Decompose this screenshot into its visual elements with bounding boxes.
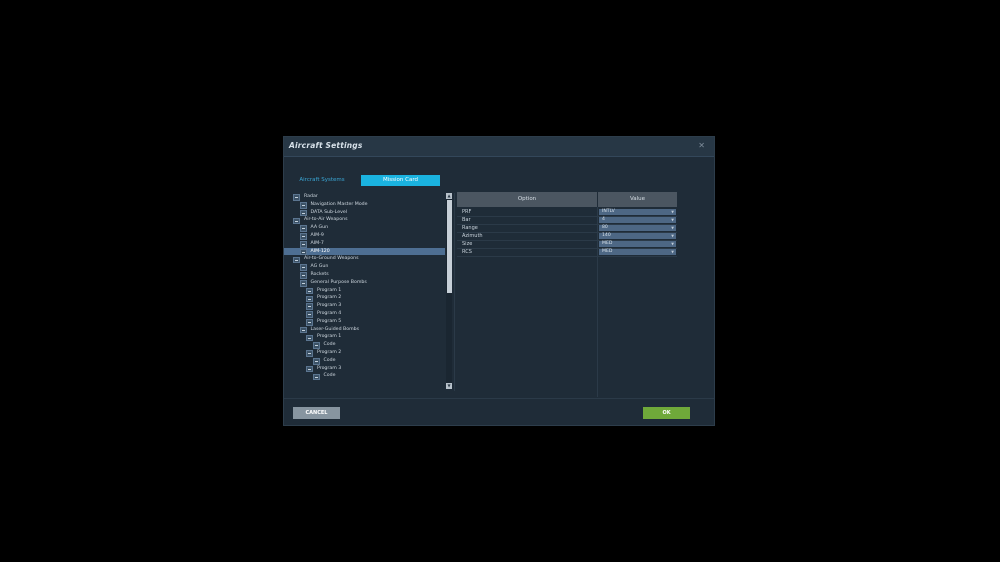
scroll-up-arrow-icon[interactable]: ▲ xyxy=(446,193,452,199)
tree-item-label: AIM-120 xyxy=(310,248,330,254)
option-value-dropdown[interactable]: MED ▼ xyxy=(599,241,676,247)
tree-item-label: Code xyxy=(323,342,336,348)
option-name: PRF xyxy=(462,209,472,215)
option-value-dropdown[interactable]: 140 ▼ xyxy=(599,233,676,239)
ok-button[interactable]: OK xyxy=(643,407,690,419)
tree-item-label: AIM-7 xyxy=(310,240,324,246)
chevron-down-icon: ▼ xyxy=(671,234,674,238)
scroll-thumb[interactable] xyxy=(446,200,452,293)
tree-item[interactable]: Radar xyxy=(284,193,445,201)
scroll-down-arrow-icon[interactable]: ▼ xyxy=(446,383,452,389)
options-table: Option Value PRF INTLV ▼ Bar 4 ▼ Range 80 ▼ Azimu… xyxy=(457,192,677,397)
option-name: Azimuth xyxy=(462,233,483,239)
tree-item-label: General Purpose Bombs xyxy=(310,279,367,285)
value-column-header: Value xyxy=(598,192,677,207)
tree-item-label: Air-to-Ground Weapons xyxy=(304,256,359,262)
option-value-text: MED xyxy=(602,249,613,254)
tree-item-label: AG Gun xyxy=(310,264,329,270)
tree-item[interactable]: Program 2 xyxy=(284,349,445,357)
tree-item[interactable]: Program 3 xyxy=(284,302,445,310)
tree-item-label: Program 4 xyxy=(317,311,342,316)
tree-item-label: Program 1 xyxy=(317,287,342,293)
option-name: Range xyxy=(462,225,478,231)
chevron-down-icon: ▼ xyxy=(671,218,674,222)
option-value-text: INTLV xyxy=(602,209,615,214)
chevron-down-icon: ▼ xyxy=(671,226,674,230)
option-value-dropdown[interactable]: MED ▼ xyxy=(599,249,676,255)
dialog-title: Aircraft Settings xyxy=(289,141,363,150)
tree-item[interactable]: General Purpose Bombs xyxy=(284,279,445,287)
option-value-dropdown[interactable]: 80 ▼ xyxy=(599,225,676,231)
tree-item-label: Program 2 xyxy=(317,350,342,355)
tree-item[interactable]: Program 3 xyxy=(284,365,445,373)
tree-item-label: Laser-Guided Bombs xyxy=(310,326,360,332)
tree-item[interactable]: Navigation Master Mode xyxy=(284,201,445,209)
tree-item[interactable]: Program 2 xyxy=(284,294,445,303)
tree-item[interactable]: Rockets xyxy=(284,271,445,279)
tree-item[interactable]: Program 1 xyxy=(284,333,445,342)
tree-item-label: DATA Sub-Level xyxy=(310,209,348,215)
collapse-icon[interactable] xyxy=(299,264,307,271)
tree-item-label: Code xyxy=(323,373,336,379)
chevron-down-icon: ▼ xyxy=(671,250,674,254)
tree-item-label: Program 3 xyxy=(317,303,342,309)
option-name: Size xyxy=(462,241,473,247)
tree-item[interactable]: AG Gun xyxy=(284,263,445,271)
tab-aircraft-systems[interactable]: Aircraft Systems xyxy=(284,175,360,186)
dialog-titlebar: Aircraft Settings ✕ xyxy=(284,137,714,157)
chevron-down-icon: ▼ xyxy=(671,210,674,214)
collapse-icon[interactable] xyxy=(312,373,320,381)
option-value-dropdown[interactable]: INTLV ▼ xyxy=(599,209,676,215)
tree-item[interactable]: Program 4 xyxy=(284,310,445,318)
collapse-icon[interactable] xyxy=(299,225,307,232)
tree-item-label: Air-to-Air Weapons xyxy=(304,217,348,223)
option-name: Bar xyxy=(462,217,471,223)
tree-item[interactable]: Code xyxy=(284,341,445,349)
tree-item[interactable]: AA Gun xyxy=(284,224,445,232)
aircraft-settings-dialog: Aircraft Settings ✕ Aircraft Systems Mis… xyxy=(283,136,715,426)
footer-divider xyxy=(284,398,714,399)
tree-item[interactable]: AIM-120 xyxy=(284,247,445,256)
tree-item-label: Code xyxy=(323,357,336,363)
chevron-down-icon: ▼ xyxy=(671,242,674,246)
option-value-dropdown[interactable]: 4 ▼ xyxy=(599,217,676,223)
option-value-text: 80 xyxy=(602,225,608,230)
tree-item[interactable]: Air-to-Ground Weapons xyxy=(284,255,445,264)
tree-item-label: Radar xyxy=(304,194,318,199)
tree-item[interactable]: Code xyxy=(284,357,445,365)
tree-item-label: AA Gun xyxy=(310,225,329,231)
tree-item-label: Program 2 xyxy=(317,295,342,301)
option-value-text: MED xyxy=(602,241,613,246)
option-value-text: 140 xyxy=(602,233,611,238)
tree-item-label: Program 5 xyxy=(317,318,342,324)
close-icon[interactable]: ✕ xyxy=(698,141,705,150)
cancel-button[interactable]: CANCEL xyxy=(293,407,340,419)
tree-item-label: Program 3 xyxy=(317,365,342,371)
tree-item-label: AIM-9 xyxy=(310,233,324,238)
tree-item[interactable]: AIM-9 xyxy=(284,232,445,240)
tree-item[interactable]: DATA Sub-Level xyxy=(284,209,445,217)
tree-scrollbar[interactable]: ▲ ▼ xyxy=(446,193,452,389)
option-column-header: Option xyxy=(457,192,597,207)
tree-item[interactable]: Air-to-Air Weapons xyxy=(284,216,445,225)
option-value-text: 4 xyxy=(602,217,605,222)
tree-item[interactable]: Code xyxy=(284,372,445,381)
tree-item[interactable]: Laser-Guided Bombs xyxy=(284,326,445,334)
tab-mission-card[interactable]: Mission Card xyxy=(361,175,440,186)
tree-item[interactable]: AIM-7 xyxy=(284,240,445,248)
collapse-icon[interactable] xyxy=(306,303,313,310)
collapse-icon[interactable] xyxy=(312,342,320,349)
tree-item[interactable]: Program 1 xyxy=(284,287,445,295)
settings-tree: Radar Navigation Master Mode DATA Sub-Leve… xyxy=(284,193,455,391)
tree-item[interactable]: Program 5 xyxy=(284,318,445,326)
tree-item-label: Rockets xyxy=(310,272,329,277)
option-row: RCS MED ▼ xyxy=(457,248,677,257)
tree-item-label: Program 1 xyxy=(317,334,342,340)
tree-item-label: Navigation Master Mode xyxy=(310,201,368,207)
option-name: RCS xyxy=(462,249,472,255)
